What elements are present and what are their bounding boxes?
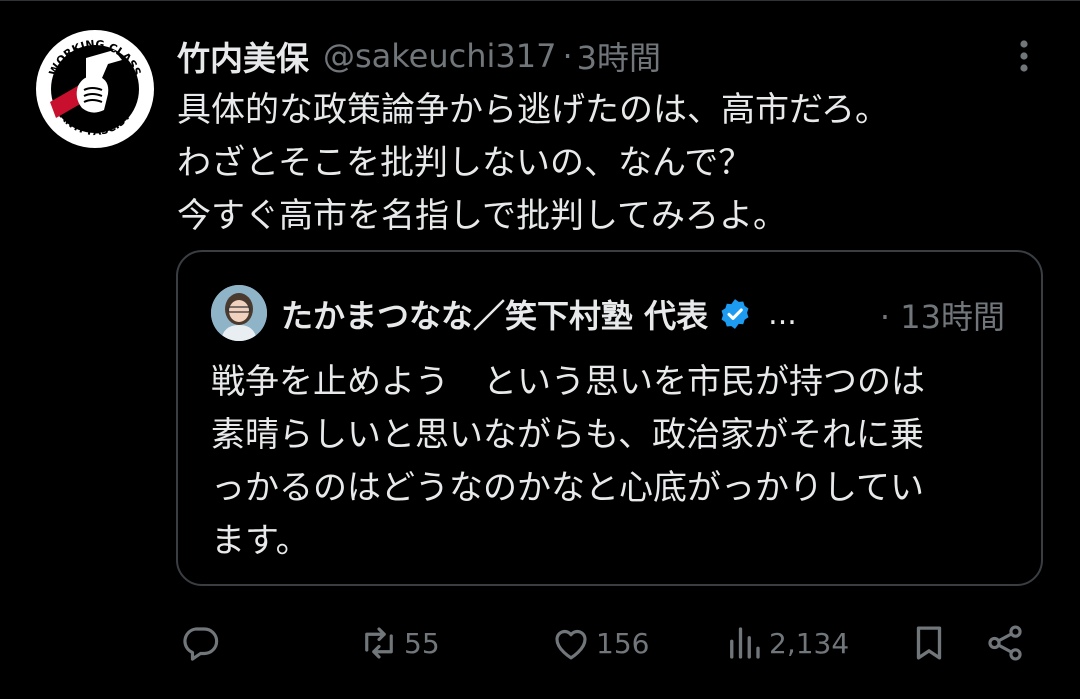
- retweet-count: 55: [404, 626, 440, 660]
- heart-icon: [555, 629, 587, 660]
- quoted-tweet-timestamp[interactable]: · 13時間: [880, 292, 1005, 338]
- quoted-text-line: 戦争を止めよう という思いを市民が持つのは: [211, 362, 925, 402]
- like-button[interactable]: 156: [550, 615, 649, 671]
- quoted-text-line: 素晴らしいと思いながらも、政治家がそれに乗: [211, 415, 924, 455]
- bookmark-icon: [916, 626, 942, 660]
- author-avatar[interactable]: WORKING CLASS ANTI-FASCIST: [36, 30, 154, 148]
- like-count: 156: [596, 626, 650, 660]
- tweet-text-line: わざとそこを批判しないの、なんで？: [177, 143, 753, 183]
- tweet-header: 竹内美保 @sakeuchi317 · 3時間: [177, 34, 661, 78]
- retweet-button[interactable]: 55: [358, 615, 440, 671]
- working-class-logo: WORKING CLASS ANTI-FASCIST: [38, 32, 152, 146]
- tweet-text-line: 具体的な政策論争から逃げたのは、高市だろ。: [177, 90, 889, 130]
- quoted-text-line: ます。: [211, 521, 310, 561]
- separator-dot: ·: [562, 37, 573, 75]
- quoted-author-display-name[interactable]: たかまつなな／笑下村塾 代表: [281, 291, 708, 337]
- more-vertical-icon: [1020, 40, 1028, 72]
- views-count: 2,134: [769, 626, 850, 660]
- more-options-button[interactable]: [1004, 36, 1044, 76]
- bookmark-button[interactable]: [908, 615, 950, 671]
- reply-button[interactable]: [179, 615, 221, 671]
- views-icon: [730, 627, 760, 659]
- quoted-tweet-text: 戦争を止めよう という思いを市民が持つのは 素晴らしいと思いながらも、政治家がそ…: [211, 356, 1011, 568]
- retweet-icon: [365, 627, 393, 659]
- author-display-name[interactable]: 竹内美保: [177, 32, 309, 80]
- truncation-ellipsis: ...: [768, 296, 797, 332]
- share-icon: [988, 625, 1022, 661]
- tweet-timestamp[interactable]: 3時間: [577, 33, 661, 79]
- author-handle[interactable]: @sakeuchi317: [323, 37, 556, 75]
- quoted-author-avatar: [211, 285, 267, 341]
- quoted-tweet-card[interactable]: たかまつなな／笑下村塾 代表 ... · 13時間 戦争を止めよう という思いを…: [176, 250, 1043, 586]
- quoted-text-line: っかるのはどうなのかなと心底がっかりしてい: [211, 468, 924, 508]
- quoted-tweet-header: たかまつなな／笑下村塾 代表 ...: [281, 290, 797, 338]
- views-button[interactable]: 2,134: [723, 615, 849, 671]
- share-button[interactable]: [984, 615, 1026, 671]
- person-photo-icon: [211, 285, 267, 341]
- top-divider: [0, 0, 1080, 1]
- tweet-action-bar: 55 156 2,134: [0, 615, 1080, 671]
- reply-icon: [183, 627, 219, 661]
- tweet-text-line: 今すぐ高市を名指しで批判してみろよ。: [177, 196, 787, 236]
- tweet-text: 具体的な政策論争から逃げたのは、高市だろ。 わざとそこを批判しないの、なんで？ …: [177, 84, 1037, 243]
- verified-badge-icon: [718, 297, 752, 331]
